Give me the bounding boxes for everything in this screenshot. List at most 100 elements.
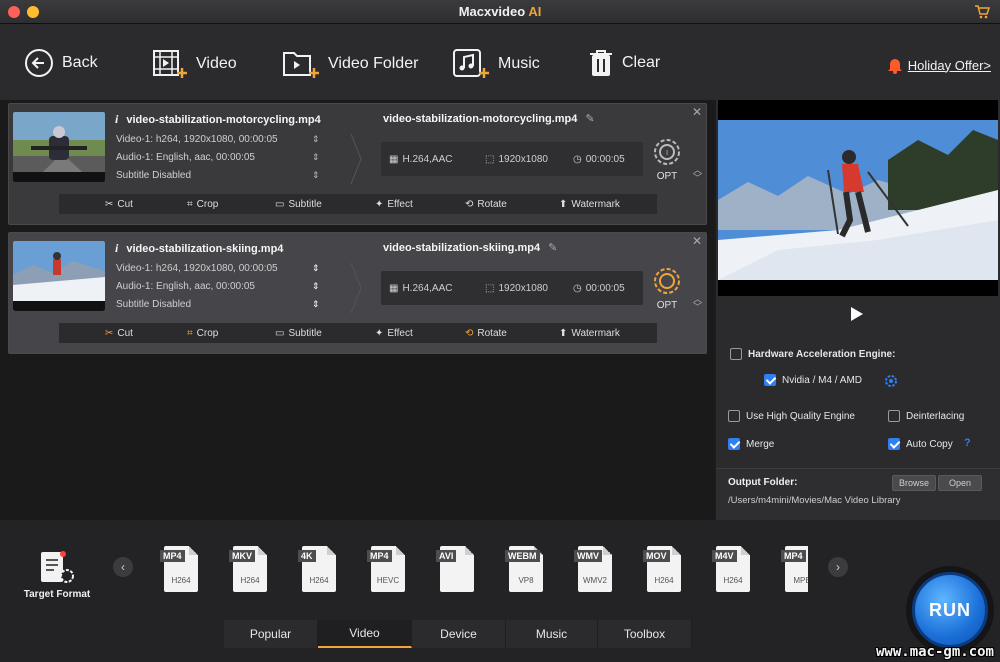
subtitle-selector-icon[interactable]: ⇕ <box>312 299 320 310</box>
video-track-info[interactable]: Video-1: h264, 1920x1080, 00:00:05 <box>116 134 278 145</box>
site-watermark: www.mac-gm.com <box>875 644 994 660</box>
subtitle-selector-icon[interactable]: ⇕ <box>312 170 320 181</box>
format-tile[interactable]: M4V H264 <box>712 546 754 594</box>
main-toolbar: Back Video Video Folder Music Clear Holi… <box>0 24 1000 100</box>
add-video-button[interactable]: Video <box>152 48 237 80</box>
subtitle-button[interactable]: ▭ Subtitle <box>275 199 322 210</box>
run-button[interactable]: RUN <box>912 572 988 648</box>
target-format-icon <box>41 551 74 583</box>
deinterlacing-checkbox[interactable]: Deinterlacing <box>888 410 964 422</box>
add-music-button[interactable]: Music <box>452 48 540 80</box>
format-tag: 4K <box>298 550 316 562</box>
checkbox-box <box>764 374 776 386</box>
chevron-right-icon: › <box>836 560 840 574</box>
opt-settings-button[interactable]: Ⅰ OPT <box>649 136 685 182</box>
audio-track-selector-icon[interactable]: ⇕ <box>312 281 320 292</box>
holiday-offer-link[interactable]: Holiday Offer> <box>887 56 991 74</box>
merge-checkbox[interactable]: Merge <box>728 438 774 450</box>
help-icon[interactable]: ? <box>964 437 971 449</box>
clear-button[interactable]: Clear <box>588 48 660 78</box>
tab-device[interactable]: Device <box>412 620 506 648</box>
reorder-arrows-icon[interactable]: ︿ ﹀ <box>693 295 702 312</box>
nvidia-m4-amd-checkbox[interactable]: Nvidia / M4 / AMD <box>764 374 862 386</box>
tab-video[interactable]: Video <box>318 620 412 648</box>
format-tile[interactable]: AVI <box>436 546 478 594</box>
format-tile[interactable]: MP4 MPE <box>781 546 808 594</box>
remove-file-icon[interactable]: ✕ <box>692 105 702 119</box>
output-folder-path[interactable]: /Users/m4mini/Movies/Mac Video Library <box>728 495 900 506</box>
format-codec: H264 <box>723 576 743 585</box>
format-codec: H264 <box>309 576 329 585</box>
file-item[interactable]: i video-stabilization-motorcycling.mp4 Vi… <box>8 103 707 225</box>
info-icon[interactable]: i <box>115 241 118 256</box>
back-button[interactable]: Back <box>24 48 98 78</box>
video-track-selector-icon[interactable]: ⇕ <box>312 134 320 145</box>
target-format-button[interactable]: Target Format <box>18 550 96 600</box>
tab-music[interactable]: Music <box>506 620 598 648</box>
play-icon[interactable] <box>850 306 864 322</box>
output-folder-section: Output Folder: Browse Open /Users/m4mini… <box>716 468 1000 520</box>
format-tag: MKV <box>229 550 255 562</box>
effect-button[interactable]: ✦ Effect <box>375 328 413 339</box>
resolution-icon: ⬚ <box>485 153 495 165</box>
info-icon[interactable]: i <box>115 112 118 127</box>
magic-wand-icon: ✦ <box>375 327 384 339</box>
video-track-selector-icon[interactable]: ⇕ <box>312 263 320 274</box>
effect-button[interactable]: ✦ Effect <box>375 199 413 210</box>
format-tile[interactable]: MP4 H264 <box>160 546 202 594</box>
preview-panel: Hardware Acceleration Engine: Nvidia / M… <box>716 100 1000 520</box>
opt-settings-button[interactable]: OPT <box>649 265 685 311</box>
divider-chevron-icon <box>350 263 362 313</box>
format-tile[interactable]: MKV H264 <box>229 546 271 594</box>
watermark-button[interactable]: ⬆ Watermark <box>559 199 620 210</box>
rename-pencil-icon[interactable]: ✎ <box>548 241 557 254</box>
tab-popular[interactable]: Popular <box>224 620 318 648</box>
video-track-info[interactable]: Video-1: h264, 1920x1080, 00:00:05 <box>116 263 278 274</box>
stamp-icon: ⬆ <box>559 198 568 210</box>
format-tile[interactable]: MOV H264 <box>643 546 685 594</box>
crop-icon: ⌗ <box>187 327 193 339</box>
subtitle-info[interactable]: Subtitle Disabled <box>116 299 191 310</box>
audio-track-info[interactable]: Audio-1: English, aac, 00:00:05 <box>116 152 255 163</box>
output-file-name: video-stabilization-motorcycling.mp4 ✎ <box>383 112 595 126</box>
format-list: MP4 H264 MKV H264 4K H264 MP4 HEVC AVI WEBM VP8 WMV… <box>150 542 808 598</box>
tab-toolbox[interactable]: Toolbox <box>598 620 692 648</box>
subtitle-button[interactable]: ▭ Subtitle <box>275 328 322 339</box>
format-tile[interactable]: MP4 HEVC <box>367 546 409 594</box>
add-video-folder-button[interactable]: Video Folder <box>282 48 418 80</box>
watermark-button[interactable]: ⬆ Watermark <box>559 328 620 339</box>
open-folder-button[interactable]: Open <box>938 475 982 491</box>
format-tile[interactable]: WEBM VP8 <box>505 546 547 594</box>
rotate-button[interactable]: ⟲ Rotate <box>465 199 507 210</box>
cart-icon[interactable] <box>974 4 990 20</box>
crop-button[interactable]: ⌗ Crop <box>187 199 218 210</box>
auto-copy-checkbox[interactable]: Auto Copy <box>888 438 953 450</box>
subtitle-info[interactable]: Subtitle Disabled <box>116 170 191 181</box>
formats-next-button[interactable]: › <box>828 557 848 577</box>
file-item[interactable]: i video-stabilization-skiing.mp4 Video-1:… <box>8 232 707 354</box>
rotate-button[interactable]: ⟲ Rotate <box>465 328 507 339</box>
format-tag: MOV <box>643 550 670 562</box>
cut-button[interactable]: ✂ Cut <box>105 199 133 210</box>
output-summary: ▦ H.264,AAC ⬚ 1920x1080 ◷ 00:00:05 <box>381 142 643 176</box>
audio-track-selector-icon[interactable]: ⇕ <box>312 152 320 163</box>
opt-label: OPT <box>656 300 678 311</box>
cut-button[interactable]: ✂ Cut <box>105 328 133 339</box>
crop-button[interactable]: ⌗ Crop <box>187 328 218 339</box>
reorder-arrows-icon[interactable]: ︿ ﹀ <box>693 166 702 183</box>
remove-file-icon[interactable]: ✕ <box>692 234 702 248</box>
formats-prev-button[interactable]: ‹ <box>113 557 133 577</box>
format-tile[interactable]: WMV WMV2 <box>574 546 616 594</box>
format-tile[interactable]: 4K H264 <box>298 546 340 594</box>
format-panel: Target Format ‹ MP4 H264 MKV H264 4K H264 MP4 H… <box>0 520 1000 662</box>
music-add-icon <box>453 49 489 78</box>
browse-button[interactable]: Browse <box>892 475 936 491</box>
hardware-acceleration-checkbox[interactable]: Hardware Acceleration Engine: <box>730 348 895 360</box>
hardware-settings-gear-icon[interactable] <box>884 374 898 388</box>
video-preview[interactable] <box>718 100 998 296</box>
rename-pencil-icon[interactable]: ✎ <box>585 112 594 125</box>
high-quality-engine-checkbox[interactable]: Use High Quality Engine <box>728 410 855 422</box>
music-label: Music <box>498 55 540 72</box>
audio-track-info[interactable]: Audio-1: English, aac, 00:00:05 <box>116 281 255 292</box>
scissors-icon: ✂ <box>105 198 114 210</box>
